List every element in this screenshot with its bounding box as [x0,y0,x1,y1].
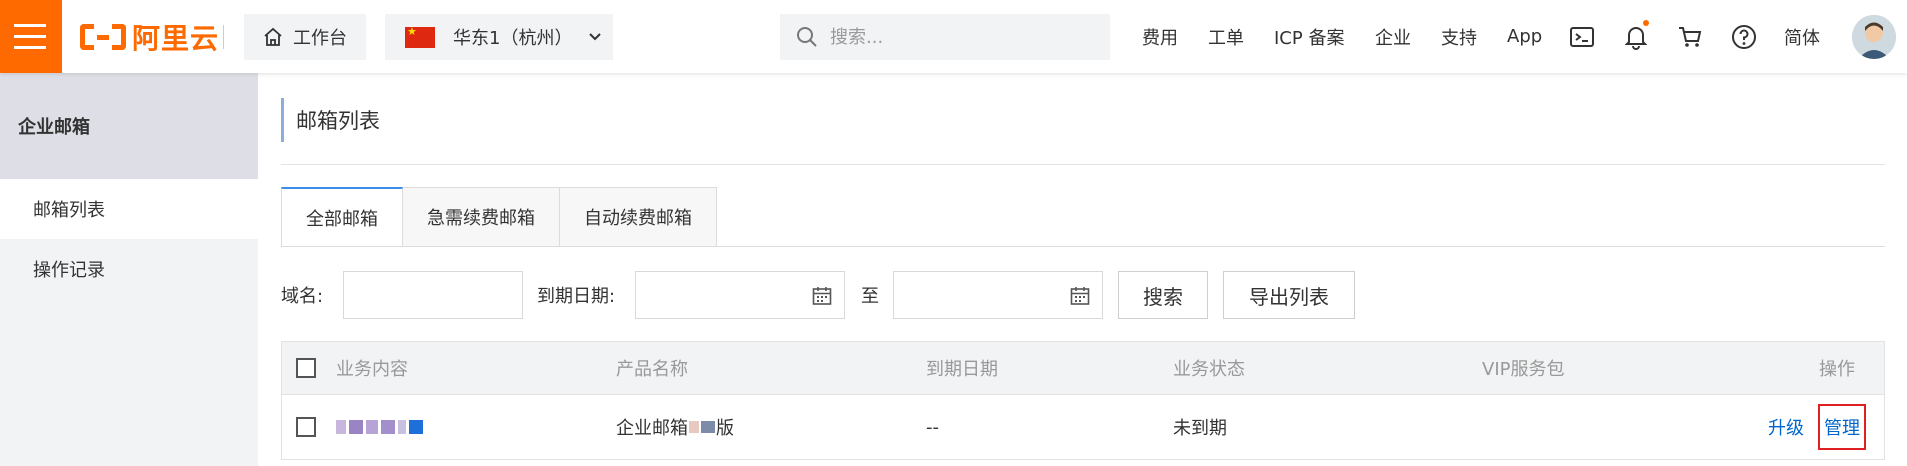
sidebar: 企业邮箱 邮箱列表 操作记录 [0,73,258,466]
region-label: 华东1（杭州） [453,28,573,49]
aliyun-logo-icon [80,24,126,50]
manage-link[interactable]: 管理 [1818,404,1866,450]
expiry-date-value: -- [926,416,939,438]
search-box[interactable] [780,14,1110,60]
search-input[interactable] [830,26,1080,48]
top-bar: 阿里云 工作台 华东1（杭州） 费用 工单 ICP 备案 企业 支持 App [0,0,1907,73]
col-expiry-date: 到期日期 [926,359,998,380]
tab-bar: 全部邮箱 急需续费邮箱 自动续费邮箱 [281,187,717,247]
row-checkbox[interactable] [296,417,316,437]
cart-icon[interactable] [1677,24,1703,50]
nav-support[interactable]: 支持 [1441,0,1477,73]
nav-enterprise[interactable]: 企业 [1375,0,1411,73]
home-icon [264,27,282,46]
user-avatar-icon [1852,15,1896,59]
notification-dot [1643,20,1649,26]
region-selector[interactable]: 华东1（杭州） [385,14,613,60]
language-switch[interactable]: 简体 [1784,0,1820,73]
notification-button[interactable] [1623,20,1649,50]
filter-bar: 域名: 到期日期: 至 搜索 导出列表 [281,271,1881,319]
col-vip-package: VIP服务包 [1482,359,1565,380]
avatar[interactable] [1852,15,1896,59]
redacted-mark [701,421,715,433]
search-button[interactable]: 搜索 [1118,271,1208,319]
workbench-label: 工作台 [293,28,347,49]
main-content: 邮箱列表 全部邮箱 急需续费邮箱 自动续费邮箱 域名: 到期日期: 至 搜索 导… [258,73,1907,466]
product-name-cell: 企业邮箱 版 [616,395,734,459]
product-name-prefix: 企业邮箱 [616,418,688,439]
sidebar-item-mailbox-list[interactable]: 邮箱列表 [0,179,258,239]
sidebar-item-operation-log[interactable]: 操作记录 [0,239,258,299]
tab-auto-renewal[interactable]: 自动续费邮箱 [560,187,717,247]
expiry-end-input[interactable] [893,271,1103,319]
divider [281,246,1885,247]
redacted-mark [689,421,699,433]
table-row: 企业邮箱 版 -- 未到期 升级 管理 [281,395,1885,460]
divider [223,25,224,49]
page-title: 邮箱列表 [281,98,380,142]
table-header: 业务内容 产品名称 到期日期 业务状态 VIP服务包 操作 [281,341,1885,395]
redacted-business-content [336,395,426,459]
domain-input[interactable] [343,271,523,319]
divider [281,164,1885,165]
actions-cell: 升级 管理 [1768,395,1866,459]
terminal-icon[interactable] [1569,24,1595,50]
upgrade-link[interactable]: 升级 [1768,414,1804,440]
col-actions: 操作 [1819,359,1855,380]
nav-fees[interactable]: 费用 [1142,0,1178,73]
chevron-down-icon [589,33,602,41]
product-name-suffix: 版 [716,418,734,439]
col-product-name: 产品名称 [616,359,688,380]
col-business-content: 业务内容 [336,359,408,380]
logo-text: 阿里云 [132,22,220,55]
help-icon[interactable] [1731,24,1757,50]
col-business-status: 业务状态 [1173,359,1245,380]
calendar-icon[interactable] [1070,286,1090,306]
row-checkbox-cell [296,395,316,459]
select-all-checkbox[interactable] [296,358,316,378]
expiry-start-input[interactable] [635,271,845,319]
expiry-label: 到期日期: [537,286,616,307]
tab-urgent-renewal[interactable]: 急需续费邮箱 [403,187,560,247]
china-flag-icon [405,25,435,48]
tab-all-mailboxes[interactable]: 全部邮箱 [281,187,403,247]
sidebar-title: 企业邮箱 [0,73,258,179]
mailbox-table: 业务内容 产品名称 到期日期 业务状态 VIP服务包 操作 企业邮箱 版 -- … [281,341,1885,460]
bell-icon [1624,27,1648,50]
workbench-button[interactable]: 工作台 [244,14,366,60]
search-icon [797,27,817,47]
select-all-checkbox-cell [296,342,316,394]
to-label: 至 [861,286,879,307]
calendar-icon[interactable] [812,286,832,306]
nav-tickets[interactable]: 工单 [1208,0,1244,73]
nav-app[interactable]: App [1507,0,1542,73]
export-list-button[interactable]: 导出列表 [1223,271,1355,319]
domain-label: 域名: [281,286,324,307]
nav-icp[interactable]: ICP 备案 [1274,0,1344,73]
menu-icon[interactable] [0,0,62,73]
status-value: 未到期 [1173,418,1227,439]
logo[interactable]: 阿里云 [80,20,220,55]
